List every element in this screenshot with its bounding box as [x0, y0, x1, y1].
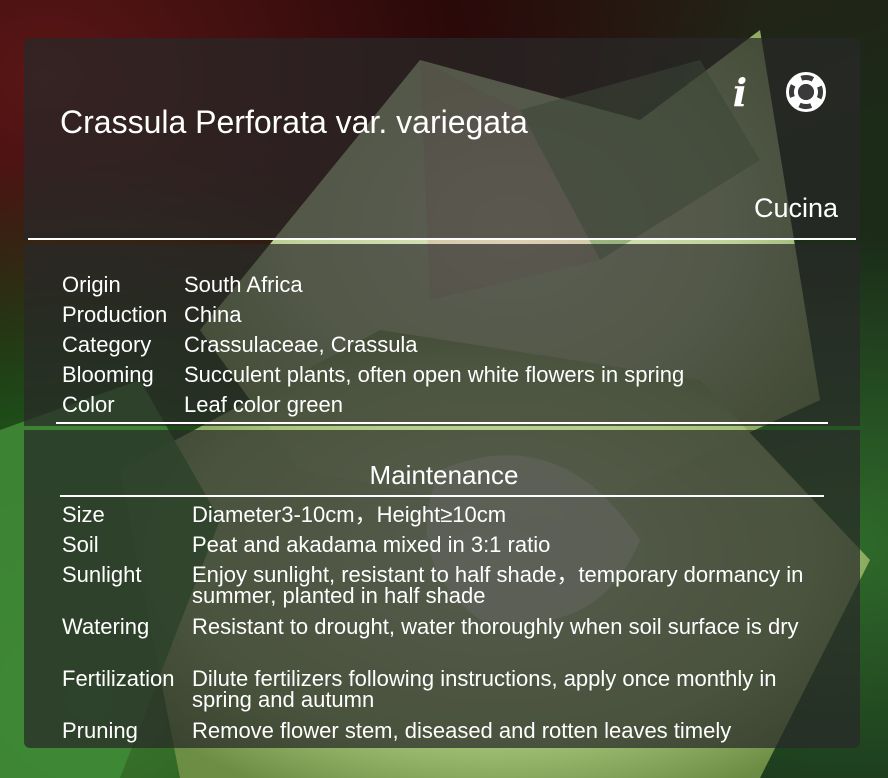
info-row-color: Color Leaf color green: [62, 390, 343, 420]
maintenance-title: Maintenance: [369, 460, 519, 490]
info-row-category: Category Crassulaceae, Crassula: [62, 330, 418, 360]
maintenance-value: Peat and akadama mixed in 3:1 ratio: [192, 532, 551, 557]
maintenance-value: Resistant to drought, water thoroughly w…: [192, 614, 799, 639]
maintenance-value: Dilute fertilizers following instruction…: [192, 666, 777, 712]
plant-title: Crassula Perforata var. variegata: [60, 104, 528, 140]
info-label: Color: [62, 392, 115, 417]
info-value: Succulent plants, often open white flowe…: [184, 362, 685, 387]
lifebuoy-icon: [786, 72, 826, 112]
maintenance-row-sunlight: Sunlight Enjoy sunlight, resistant to ha…: [62, 562, 817, 608]
maintenance-label: Watering: [62, 614, 150, 639]
info-icon: i: [732, 69, 748, 115]
info-button[interactable]: i: [722, 69, 758, 115]
maintenance-value: Diameter3-10cm，Height≥10cm: [192, 502, 507, 527]
maintenance-label: Size: [62, 502, 105, 527]
maintenance-row-pruning: Pruning Remove flower stem, diseased and…: [62, 718, 817, 743]
help-button[interactable]: [784, 72, 828, 112]
brand-label: Cucina: [753, 193, 838, 223]
maintenance-row-watering: Watering Resistant to drought, water tho…: [62, 614, 817, 639]
maintenance-row-fertilization: Fertilization Dilute fertilizers followi…: [62, 666, 817, 712]
info-value: China: [184, 302, 242, 327]
maintenance-value: Remove flower stem, diseased and rotten …: [192, 718, 732, 743]
maintenance-row-size: Size Diameter3-10cm，Height≥10cm: [62, 502, 817, 527]
info-label: Blooming: [62, 362, 154, 387]
info-label: Category: [62, 332, 152, 357]
maintenance-divider: [60, 495, 824, 497]
maintenance-label: Pruning: [62, 718, 138, 743]
header-divider: [28, 238, 856, 240]
maintenance-value: Enjoy sunlight, resistant to half shade，…: [192, 562, 804, 608]
info-divider: [56, 422, 828, 424]
info-label: Production: [62, 302, 168, 327]
info-value: South Africa: [184, 272, 303, 297]
maintenance-row-soil: Soil Peat and akadama mixed in 3:1 ratio: [62, 532, 817, 557]
info-row-blooming: Blooming Succulent plants, often open wh…: [62, 360, 684, 390]
info-value: Leaf color green: [184, 392, 343, 417]
maintenance-label: Soil: [62, 532, 99, 557]
info-row-origin: Origin South Africa: [62, 270, 303, 300]
info-value: Crassulaceae, Crassula: [184, 332, 418, 357]
maintenance-label: Fertilization: [62, 666, 175, 691]
maintenance-label: Sunlight: [62, 562, 142, 587]
info-row-production: Production China: [62, 300, 241, 330]
info-label: Origin: [62, 272, 121, 297]
